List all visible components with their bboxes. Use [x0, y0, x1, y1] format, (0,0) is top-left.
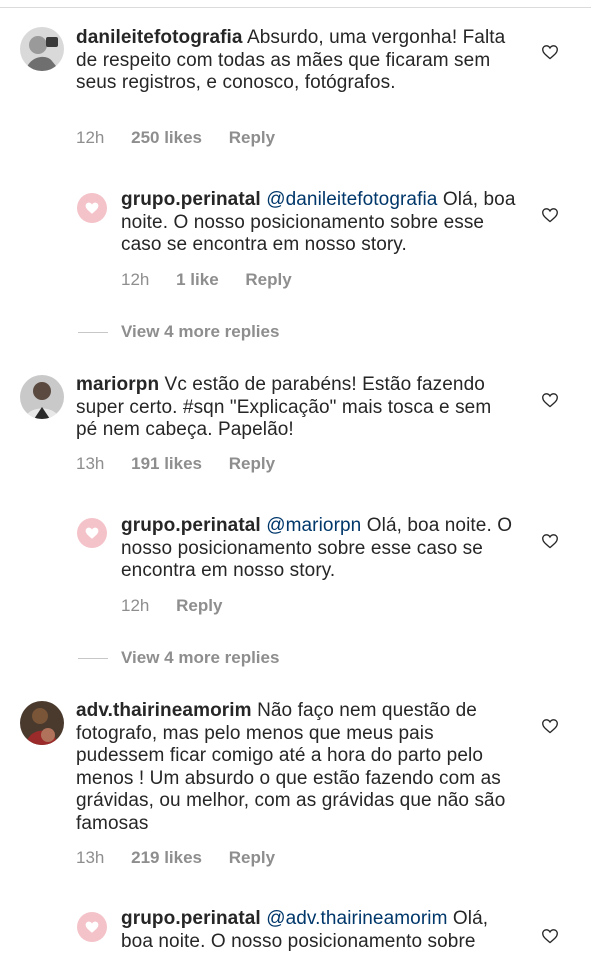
- reply-button[interactable]: Reply: [245, 270, 291, 289]
- view-more-label: View 4 more replies: [121, 322, 280, 341]
- heart-outline-icon[interactable]: [541, 533, 559, 549]
- comment-time: 13h: [76, 454, 105, 473]
- comment-likes[interactable]: 191 likes: [131, 454, 202, 473]
- view-more-replies[interactable]: View 4 more replies: [78, 648, 279, 668]
- comment-text: adv.thairineamorim Não faço nem questão …: [76, 700, 516, 836]
- comment-meta: 12h 250 likes Reply: [76, 128, 297, 148]
- reply-button[interactable]: Reply: [229, 848, 275, 867]
- perinatal-heart-logo: [85, 921, 99, 933]
- comment-text: mariorpn Vc estão de parabéns! Estão faz…: [76, 374, 516, 442]
- top-divider: [0, 7, 591, 8]
- comment-time: 12h: [76, 128, 105, 147]
- comment-username[interactable]: adv.thairineamorim: [76, 700, 252, 721]
- reply-button[interactable]: Reply: [176, 596, 222, 615]
- reply-mention[interactable]: @adv.thairineamorim: [266, 908, 447, 929]
- avatar-adv-thairineamorim[interactable]: [20, 701, 64, 745]
- heart-outline-icon[interactable]: [541, 207, 559, 223]
- comment-time: 13h: [76, 848, 105, 867]
- comment-meta: 13h 191 likes Reply: [76, 454, 297, 474]
- comment-username[interactable]: danileitefotografia: [76, 27, 243, 48]
- heart-outline-icon[interactable]: [541, 44, 559, 60]
- reply-likes[interactable]: 1 like: [176, 270, 219, 289]
- comment-likes[interactable]: 250 likes: [131, 128, 202, 147]
- perinatal-heart-logo: [85, 527, 99, 539]
- reply-button[interactable]: Reply: [229, 128, 275, 147]
- divider-dash: [78, 332, 108, 334]
- comment-meta: 13h 219 likes Reply: [76, 848, 297, 868]
- reply-text: grupo.perinatal @adv.thairineamorim Olá,…: [121, 908, 516, 953]
- avatar-grupo-perinatal[interactable]: [77, 912, 107, 942]
- comment-username[interactable]: mariorpn: [76, 374, 159, 395]
- reply-text: grupo.perinatal @mariorpn Olá, boa noite…: [121, 515, 516, 583]
- reply-button[interactable]: Reply: [229, 454, 275, 473]
- avatar-danileitefotografia[interactable]: [20, 27, 64, 71]
- reply-mention[interactable]: @mariorpn: [266, 515, 361, 536]
- reply-meta: 12h 1 like Reply: [121, 270, 314, 290]
- avatar-grupo-perinatal[interactable]: [77, 518, 107, 548]
- avatar-grupo-perinatal[interactable]: [77, 193, 107, 223]
- reply-meta: 12h Reply: [121, 596, 244, 616]
- heart-outline-icon[interactable]: [541, 718, 559, 734]
- heart-outline-icon[interactable]: [541, 392, 559, 408]
- view-more-label: View 4 more replies: [121, 648, 280, 667]
- perinatal-heart-logo: [85, 202, 99, 214]
- reply-username[interactable]: grupo.perinatal: [121, 908, 261, 929]
- reply-mention[interactable]: @danileitefotografia: [266, 189, 437, 210]
- reply-time: 12h: [121, 270, 150, 289]
- reply-time: 12h: [121, 596, 150, 615]
- reply-text: grupo.perinatal @danileitefotografia Olá…: [121, 189, 516, 257]
- comment-text: danileitefotografia Absurdo, uma vergonh…: [76, 27, 516, 95]
- comment-likes[interactable]: 219 likes: [131, 848, 202, 867]
- reply-username[interactable]: grupo.perinatal: [121, 515, 261, 536]
- divider-dash: [78, 658, 108, 660]
- view-more-replies[interactable]: View 4 more replies: [78, 322, 279, 342]
- avatar-mariorpn[interactable]: [20, 375, 64, 419]
- reply-username[interactable]: grupo.perinatal: [121, 189, 261, 210]
- heart-outline-icon[interactable]: [541, 928, 559, 944]
